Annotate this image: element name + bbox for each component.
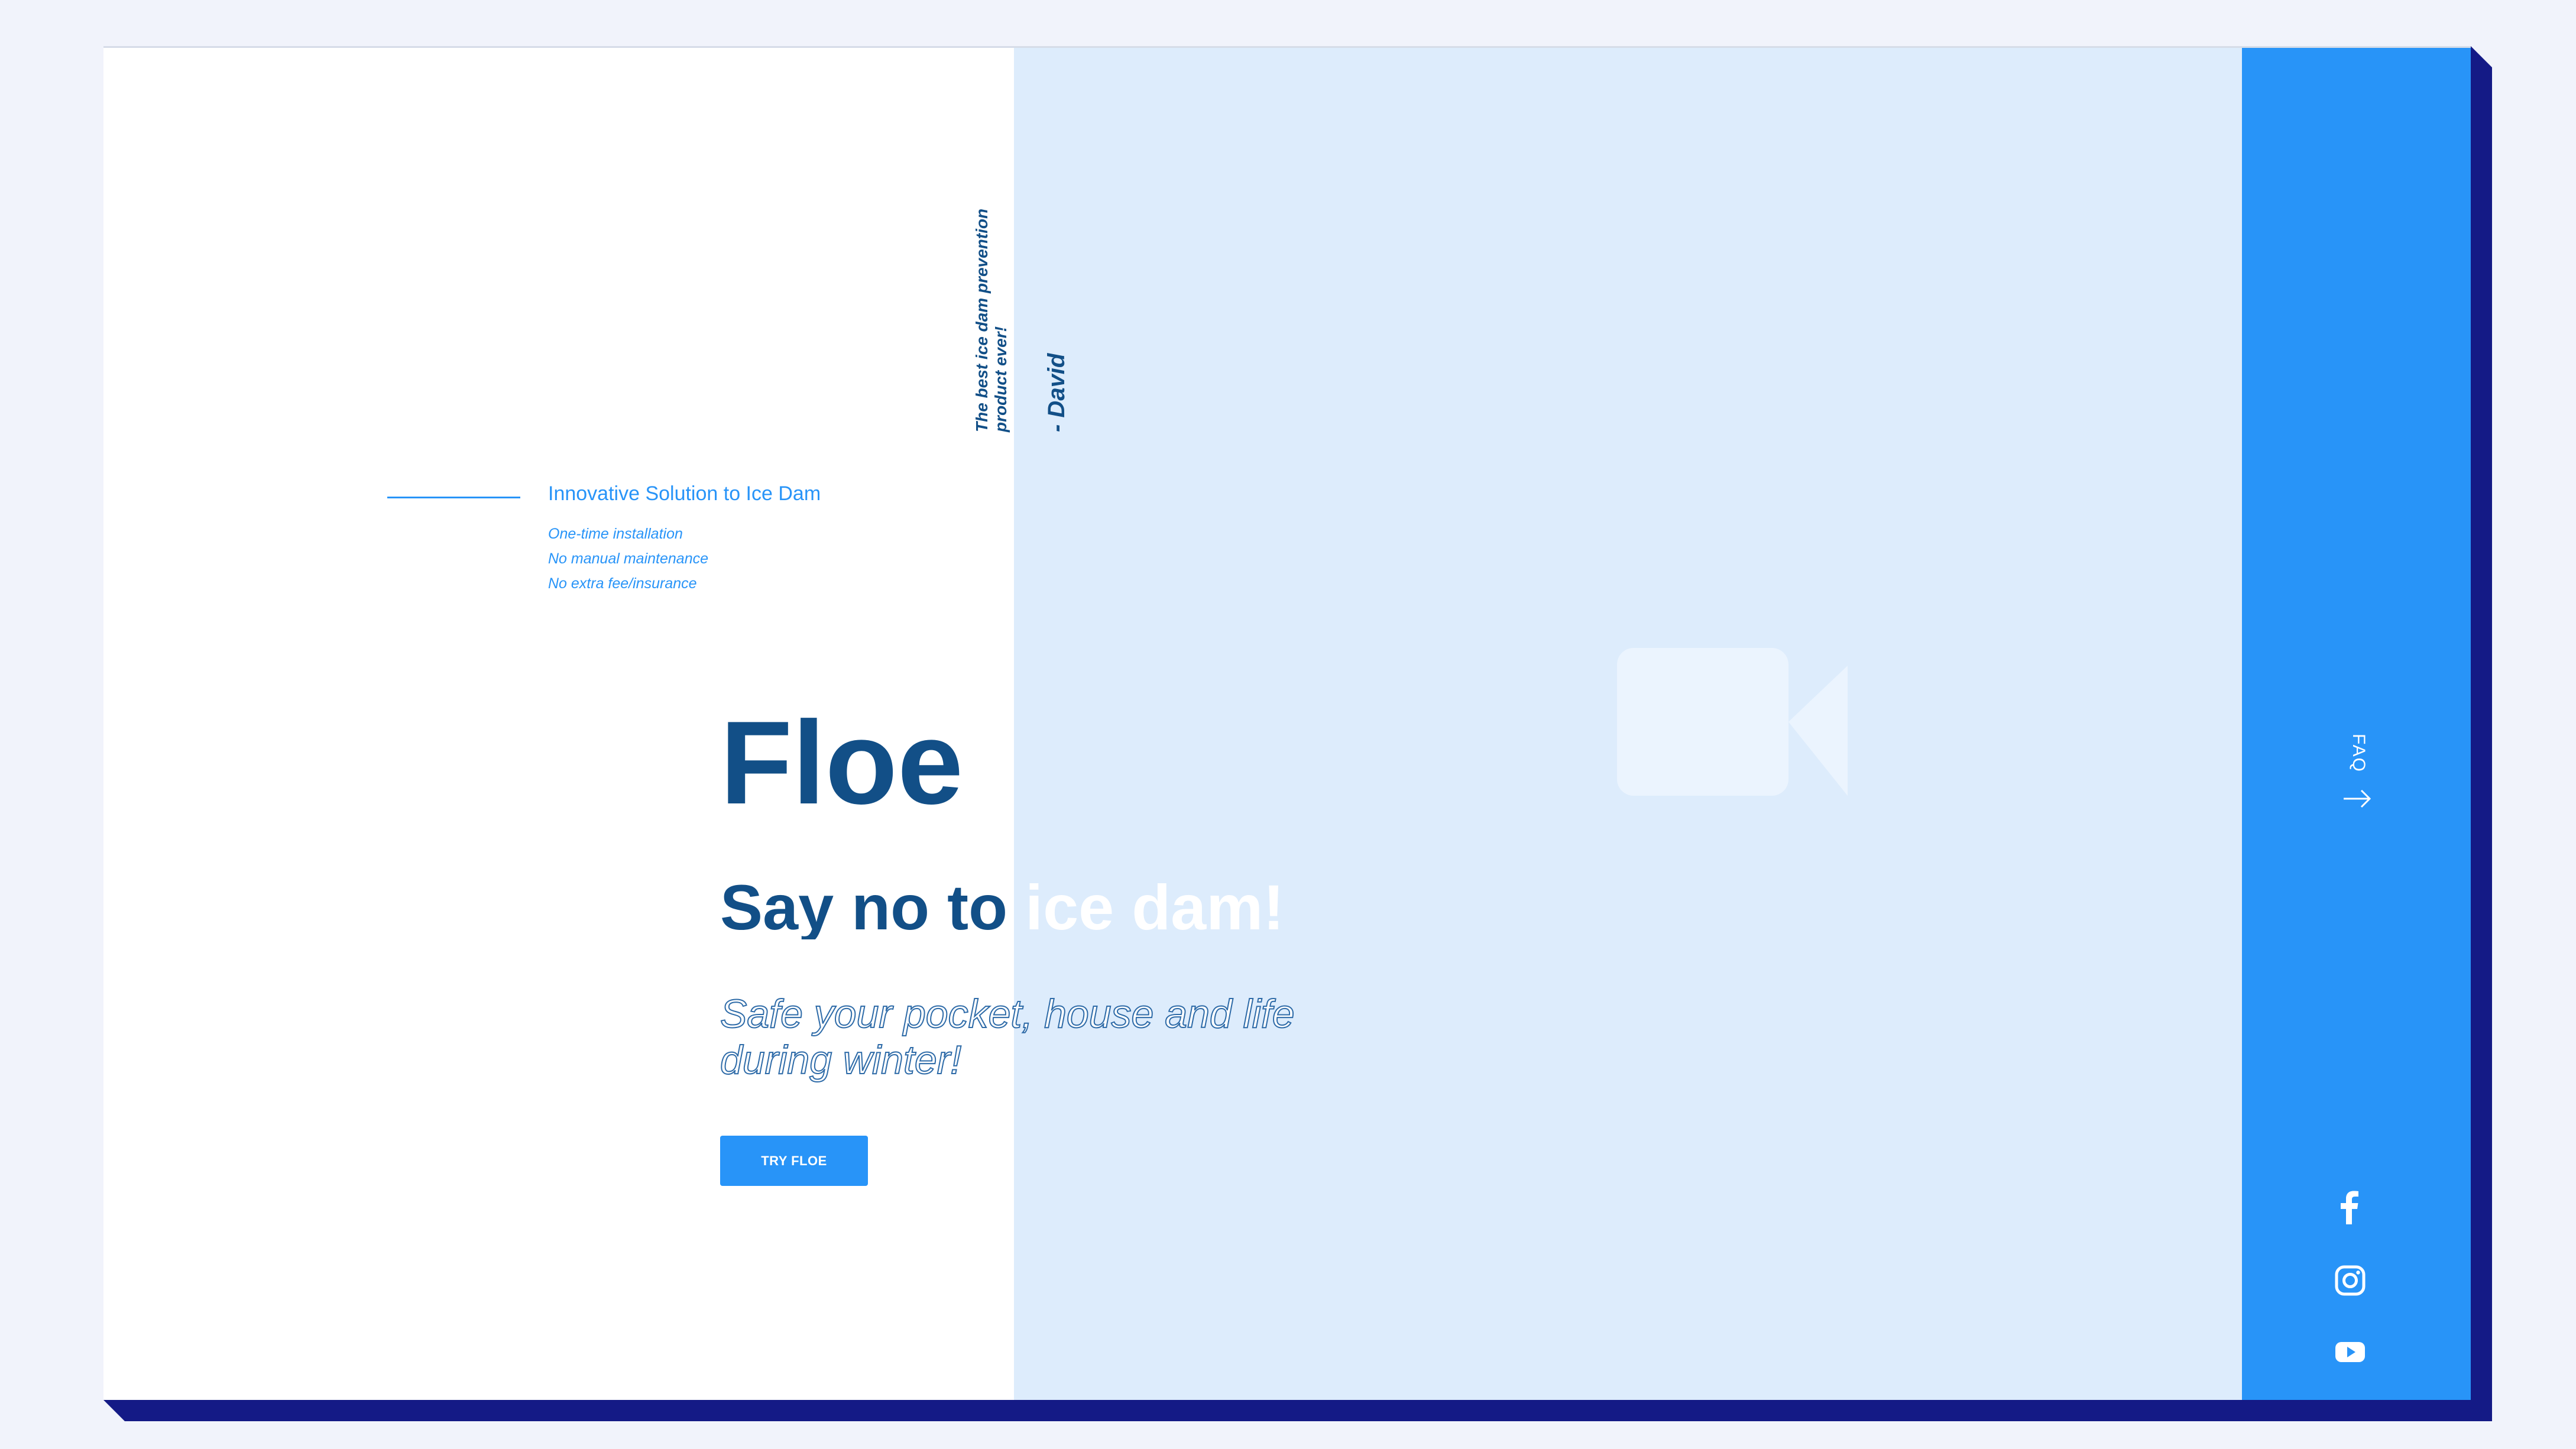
features-list: One-time installation No manual maintena… [548, 521, 708, 596]
faq-label: FAQ [2349, 734, 2368, 773]
instagram-icon[interactable] [2332, 1263, 2368, 1298]
faq-link[interactable]: FAQ [2341, 734, 2377, 816]
youtube-icon[interactable] [2332, 1334, 2368, 1369]
testimonial-author: - David [1044, 353, 1070, 432]
arrow-right-icon [2344, 789, 2371, 808]
feature-item: No extra fee/insurance [548, 575, 697, 592]
hero-title: Floe [720, 697, 964, 829]
features-title: Innovative Solution to Ice Dam [548, 482, 821, 505]
testimonial-quote: The best ice dam prevention product ever… [973, 208, 1010, 432]
feature-item: No manual maintenance [548, 550, 708, 567]
facebook-icon[interactable] [2332, 1189, 2368, 1224]
landing-page: The best ice dam prevention product ever… [103, 46, 2471, 1400]
feature-item: One-time installation [548, 526, 683, 542]
features-block: Innovative Solution to Ice Dam One-time … [387, 482, 978, 648]
video-camera-icon [1617, 648, 1848, 796]
hero: Floe Say no to ice dam! Safe your pocket… [720, 704, 1370, 1236]
try-floe-button[interactable]: TRY FLOE [720, 1136, 868, 1186]
features-divider [387, 497, 520, 498]
hero-subtitle: Say no to ice dam! [720, 871, 1285, 943]
testimonial: The best ice dam prevention product ever… [872, 142, 1085, 432]
hero-tagline: Safe your pocket, house and life during … [720, 991, 1295, 1083]
